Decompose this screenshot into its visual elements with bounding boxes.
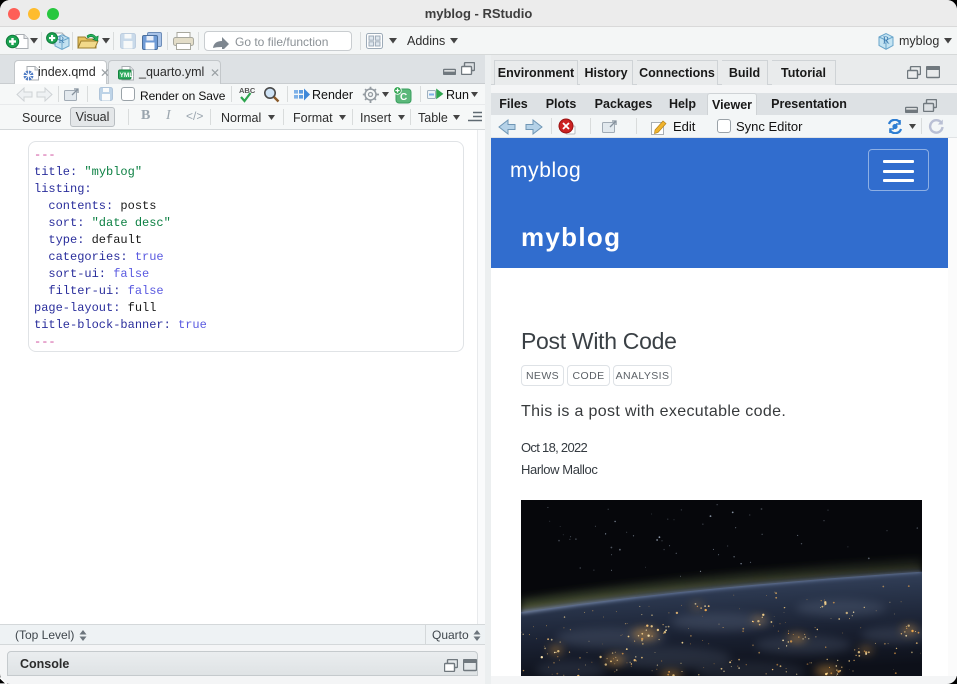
svg-text:ABC: ABC [239,86,256,95]
svg-text:R: R [883,36,890,47]
svg-text:R: R [59,35,65,45]
svg-text:YML: YML [120,72,134,79]
svg-text:C: C [400,92,407,103]
